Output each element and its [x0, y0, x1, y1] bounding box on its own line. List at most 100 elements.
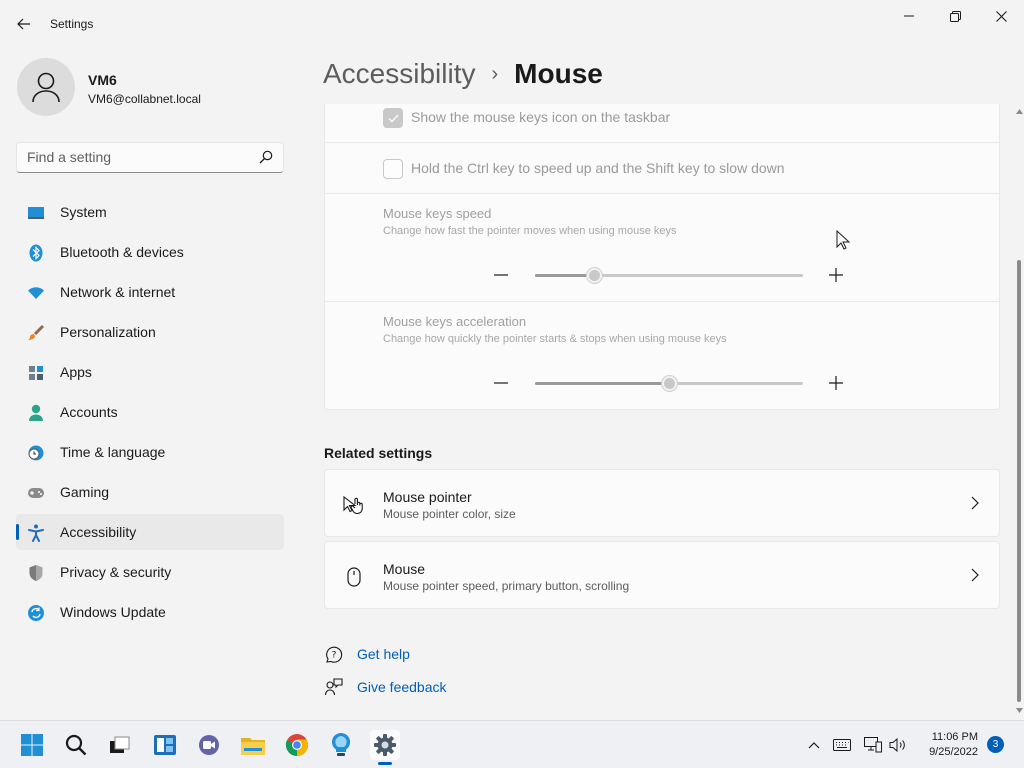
get-help-link[interactable]: ? Get help: [324, 644, 410, 664]
taskbar-clock[interactable]: 11:06 PM 9/25/2022: [912, 730, 978, 760]
back-button[interactable]: [10, 8, 38, 40]
mouse-keys-acceleration-slider[interactable]: [535, 376, 803, 391]
sidebar-item-label: Accounts: [60, 404, 118, 420]
avatar[interactable]: [17, 58, 75, 116]
ctrl-shift-speed-row: Hold the Ctrl key to speed up and the Sh…: [325, 143, 1001, 194]
content-scrollbar[interactable]: [1014, 104, 1024, 720]
show-hidden-icons-button[interactable]: [804, 735, 824, 755]
search-icon[interactable]: [259, 150, 273, 164]
chrome-button[interactable]: [282, 730, 312, 760]
sidebar-item-apps[interactable]: Apps: [16, 354, 284, 390]
scroll-down-icon[interactable]: [1016, 708, 1023, 713]
clock-globe-icon: [27, 444, 45, 462]
mouse-keys-acceleration-description: Change how quickly the pointer starts & …: [383, 333, 727, 345]
sidebar-item-bluetooth[interactable]: Bluetooth & devices: [16, 234, 284, 270]
ctrl-shift-speed-label: Hold the Ctrl key to speed up and the Sh…: [411, 160, 785, 176]
widgets-button[interactable]: [150, 730, 180, 760]
slider-fill: [535, 274, 594, 277]
shield-icon: [27, 564, 45, 582]
sidebar-item-accounts[interactable]: Accounts: [16, 394, 284, 430]
give-feedback-link[interactable]: Give feedback: [324, 677, 447, 697]
acceleration-increase-button[interactable]: [826, 373, 846, 393]
minimize-button[interactable]: [886, 0, 932, 32]
restore-button[interactable]: [932, 0, 978, 32]
tips-button[interactable]: [326, 730, 356, 760]
taskbar-search-button[interactable]: [61, 730, 91, 760]
task-view-button[interactable]: [105, 730, 135, 760]
volume-tray-button[interactable]: [888, 735, 908, 755]
breadcrumb-parent[interactable]: Accessibility: [323, 58, 475, 90]
accessibility-icon: [27, 524, 45, 542]
sidebar-nav: System Bluetooth & devices Network & int…: [16, 194, 284, 634]
sidebar-item-system[interactable]: System: [16, 194, 284, 230]
sidebar-item-network[interactable]: Network & internet: [16, 274, 284, 310]
user-email: VM6@collabnet.local: [88, 92, 201, 106]
speed-decrease-button[interactable]: [491, 265, 511, 285]
widgets-icon: [154, 735, 176, 755]
network-tray-button[interactable]: [863, 735, 883, 755]
scroll-thumb[interactable]: [1017, 260, 1021, 702]
close-button[interactable]: [978, 0, 1024, 32]
close-icon: [995, 10, 1007, 22]
sidebar-item-gaming[interactable]: Gaming: [16, 474, 284, 510]
keyboard-tray-button[interactable]: [832, 735, 852, 755]
sidebar-item-accessibility[interactable]: Accessibility: [16, 514, 284, 550]
volume-icon: [889, 738, 905, 752]
sidebar-item-personalization[interactable]: Personalization: [16, 314, 284, 350]
notification-badge[interactable]: 3: [987, 736, 1004, 753]
mouse-keys-speed-row: Mouse keys speed Change how fast the poi…: [325, 194, 1001, 302]
sidebar-item-label: Network & internet: [60, 284, 176, 300]
mouse-pointer-title: Mouse pointer: [383, 489, 472, 505]
sidebar-item-privacy-security[interactable]: Privacy & security: [16, 554, 284, 590]
breadcrumb-separator: ›: [491, 62, 499, 85]
search-box[interactable]: [16, 142, 284, 173]
mouse-keys-acceleration-row: Mouse keys acceleration Change how quick…: [325, 302, 1001, 410]
keyboard-icon: [833, 739, 851, 751]
scroll-up-icon[interactable]: [1016, 109, 1023, 114]
sidebar-item-label: Windows Update: [60, 604, 166, 620]
sidebar-item-time-language[interactable]: Time & language: [16, 434, 284, 470]
give-feedback-text[interactable]: Give feedback: [357, 679, 447, 695]
file-explorer-button[interactable]: [238, 730, 268, 760]
arrow-left-icon: [17, 18, 30, 30]
sidebar-item-label: Personalization: [60, 324, 156, 340]
search-icon: [65, 734, 87, 756]
windows-logo-icon: [21, 734, 43, 756]
sidebar-item-label: Time & language: [60, 444, 166, 460]
checkmark-icon: [387, 113, 399, 123]
plus-icon: [829, 268, 843, 282]
teams-chat-button[interactable]: [194, 730, 224, 760]
lightbulb-icon: [331, 732, 351, 756]
clock-time: 11:06 PM: [931, 731, 978, 743]
chrome-icon: [285, 734, 308, 756]
feedback-icon: [324, 677, 344, 697]
search-input[interactable]: [27, 149, 247, 165]
mouse-keys-speed-description: Change how fast the pointer moves when u…: [383, 225, 677, 237]
mouse-keys-card: Show the mouse keys icon on the taskbar …: [324, 104, 1001, 410]
help-chat-icon: ?: [324, 644, 344, 664]
mouse-link[interactable]: Mouse Mouse pointer speed, primary butto…: [324, 541, 1000, 609]
sidebar-item-label: Bluetooth & devices: [60, 244, 184, 260]
sidebar-item-windows-update[interactable]: Windows Update: [16, 594, 284, 630]
minus-icon: [494, 382, 508, 384]
mouse-keys-speed-slider[interactable]: [535, 268, 803, 283]
mouse-pointer-link[interactable]: Mouse pointer Mouse pointer color, size: [324, 469, 1000, 537]
show-mouse-keys-icon-checkbox[interactable]: [383, 108, 403, 128]
slider-thumb[interactable]: [662, 376, 677, 391]
acceleration-decrease-button[interactable]: [491, 373, 511, 393]
sidebar-item-label: Privacy & security: [60, 564, 172, 580]
apps-icon: [27, 364, 45, 382]
restore-icon: [949, 10, 961, 22]
mouse-cursor-icon: [836, 230, 850, 250]
get-help-text[interactable]: Get help: [357, 646, 410, 662]
ctrl-shift-speed-checkbox[interactable]: [383, 159, 403, 179]
person-icon: [32, 72, 60, 103]
start-button[interactable]: [17, 730, 47, 760]
related-settings-heading: Related settings: [324, 445, 433, 461]
speed-increase-button[interactable]: [826, 265, 846, 285]
slider-thumb[interactable]: [586, 268, 602, 283]
chevron-up-icon: [808, 742, 820, 749]
settings-taskbar-button[interactable]: [370, 730, 400, 765]
person-icon: [27, 404, 45, 422]
slider-fill: [535, 382, 669, 385]
